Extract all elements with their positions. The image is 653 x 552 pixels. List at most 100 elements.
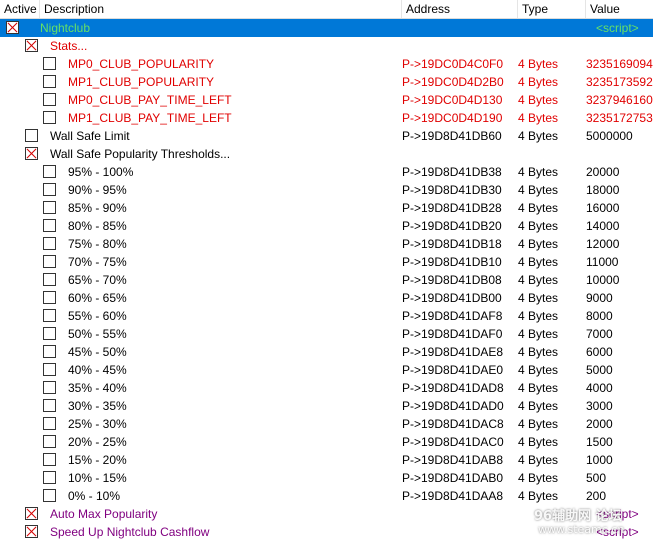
table-row[interactable]: 10% - 15% P->19D8D41DAB0 4 Bytes 500 [0,469,653,487]
table-row[interactable]: MP1_CLUB_POPULARITY P->19DC0D4D2B0 4 Byt… [0,73,653,91]
table-row[interactable]: 50% - 55% P->19D8D41DAF0 4 Bytes 7000 [0,325,653,343]
active-checkbox[interactable] [43,345,56,358]
row-value: 12000 [586,237,620,251]
row-address: P->19D8D41DAE8 [402,345,504,359]
table-row[interactable]: 90% - 95% P->19D8D41DB30 4 Bytes 18000 [0,181,653,199]
active-checkbox[interactable] [43,219,56,232]
row-address: P->19D8D41DAC8 [402,417,504,431]
column-active[interactable]: Active [0,0,40,18]
active-checkbox[interactable] [43,399,56,412]
active-checkbox[interactable] [43,237,56,250]
table-row[interactable]: 55% - 60% P->19D8D41DAF8 4 Bytes 8000 [0,307,653,325]
row-type: 4 Bytes [518,327,559,341]
row-address: P->19D8D41DB10 [402,255,502,269]
row-address: P->19D8D41DB38 [402,165,502,179]
row-address: P->19D8D41DAB0 [402,471,504,485]
row-address: P->19D8D41DB00 [402,291,502,305]
table-row[interactable]: 70% - 75% P->19D8D41DB10 4 Bytes 11000 [0,253,653,271]
column-type[interactable]: Type [518,0,586,18]
table-row-thresholds-group[interactable]: Wall Safe Popularity Thresholds... [0,145,653,163]
row-description: 95% - 100% [68,165,134,179]
active-checkbox[interactable] [43,363,56,376]
row-description: 0% - 10% [68,489,121,503]
row-description: 10% - 15% [68,471,127,485]
row-description: 35% - 40% [68,381,127,395]
active-checkbox[interactable] [43,417,56,430]
table-row[interactable]: MP0_CLUB_PAY_TIME_LEFT P->19DC0D4D130 4 … [0,91,653,109]
row-description: 90% - 95% [68,183,127,197]
table-row[interactable]: 65% - 70% P->19D8D41DB08 4 Bytes 10000 [0,271,653,289]
row-value: 14000 [586,219,620,233]
active-checkbox[interactable] [43,453,56,466]
active-checkbox[interactable] [6,21,19,34]
active-checkbox[interactable] [25,129,38,142]
row-type: 4 Bytes [518,237,559,251]
row-description: MP0_CLUB_POPULARITY [68,57,215,71]
active-checkbox[interactable] [43,381,56,394]
row-type: 4 Bytes [518,435,559,449]
active-checkbox[interactable] [43,489,56,502]
active-checkbox[interactable] [43,183,56,196]
row-type: 4 Bytes [518,291,559,305]
row-type: 4 Bytes [518,363,559,377]
row-value: 11000 [586,255,619,269]
column-address[interactable]: Address [402,0,518,18]
active-checkbox[interactable] [43,57,56,70]
table-row[interactable]: MP0_CLUB_POPULARITY P->19DC0D4C0F0 4 Byt… [0,55,653,73]
active-checkbox[interactable] [43,327,56,340]
row-address: P->19D8D41DB30 [402,183,502,197]
row-description: 45% - 50% [68,345,127,359]
active-checkbox[interactable] [43,255,56,268]
table-row[interactable]: 45% - 50% P->19D8D41DAE8 4 Bytes 6000 [0,343,653,361]
column-header: Active Description Address Type Value [0,0,653,19]
table-row-stats-group[interactable]: Stats... [0,37,653,55]
active-checkbox[interactable] [25,525,38,538]
table-row[interactable]: 75% - 80% P->19D8D41DB18 4 Bytes 12000 [0,235,653,253]
row-address: P->19D8D41DAB8 [402,453,504,467]
table-row[interactable]: 95% - 100% P->19D8D41DB38 4 Bytes 20000 [0,163,653,181]
row-value: 1500 [586,435,613,449]
row-description: 30% - 35% [68,399,127,413]
row-value: 1000 [586,453,613,467]
active-checkbox[interactable] [43,75,56,88]
active-checkbox[interactable] [43,309,56,322]
row-description: 55% - 60% [68,309,127,323]
table-row[interactable]: 25% - 30% P->19D8D41DAC8 4 Bytes 2000 [0,415,653,433]
table-row-nightclub[interactable]: Nightclub <script> [0,19,653,37]
table-row[interactable]: 35% - 40% P->19D8D41DAD8 4 Bytes 4000 [0,379,653,397]
active-checkbox[interactable] [25,39,38,52]
active-checkbox[interactable] [43,165,56,178]
active-checkbox[interactable] [43,273,56,286]
table-row[interactable]: 30% - 35% P->19D8D41DAD0 4 Bytes 3000 [0,397,653,415]
active-checkbox[interactable] [43,111,56,124]
active-checkbox[interactable] [43,435,56,448]
row-value: 3237946160 [586,93,653,107]
row-description: 15% - 20% [68,453,127,467]
table-row[interactable]: 20% - 25% P->19D8D41DAC0 4 Bytes 1500 [0,433,653,451]
row-value: 5000 [586,363,613,377]
active-checkbox[interactable] [43,201,56,214]
table-row[interactable]: 15% - 20% P->19D8D41DAB8 4 Bytes 1000 [0,451,653,469]
table-row[interactable]: 85% - 90% P->19D8D41DB28 4 Bytes 16000 [0,199,653,217]
active-checkbox[interactable] [43,471,56,484]
table-row-wall-safe-limit[interactable]: Wall Safe Limit P->19D8D41DB60 4 Bytes 5… [0,127,653,145]
active-checkbox[interactable] [25,147,38,160]
row-description: Wall Safe Limit [50,129,130,143]
active-checkbox[interactable] [43,291,56,304]
row-description: 70% - 75% [68,255,127,269]
row-type: 4 Bytes [518,93,559,107]
row-value: 7000 [586,327,613,341]
row-description: 25% - 30% [68,417,127,431]
table-row[interactable]: 60% - 65% P->19D8D41DB00 4 Bytes 9000 [0,289,653,307]
column-value[interactable]: Value [586,0,653,18]
table-row[interactable]: MP1_CLUB_PAY_TIME_LEFT P->19DC0D4D190 4 … [0,109,653,127]
active-checkbox[interactable] [25,507,38,520]
row-address: P->19DC0D4C0F0 [402,57,504,71]
row-type: 4 Bytes [518,183,559,197]
table-row[interactable]: 0% - 10% P->19D8D41DAA8 4 Bytes 200 [0,487,653,505]
table-row[interactable]: 40% - 45% P->19D8D41DAE0 4 Bytes 5000 [0,361,653,379]
row-type: 4 Bytes [518,219,559,233]
column-description[interactable]: Description [40,0,402,18]
active-checkbox[interactable] [43,93,56,106]
table-row[interactable]: 80% - 85% P->19D8D41DB20 4 Bytes 14000 [0,217,653,235]
